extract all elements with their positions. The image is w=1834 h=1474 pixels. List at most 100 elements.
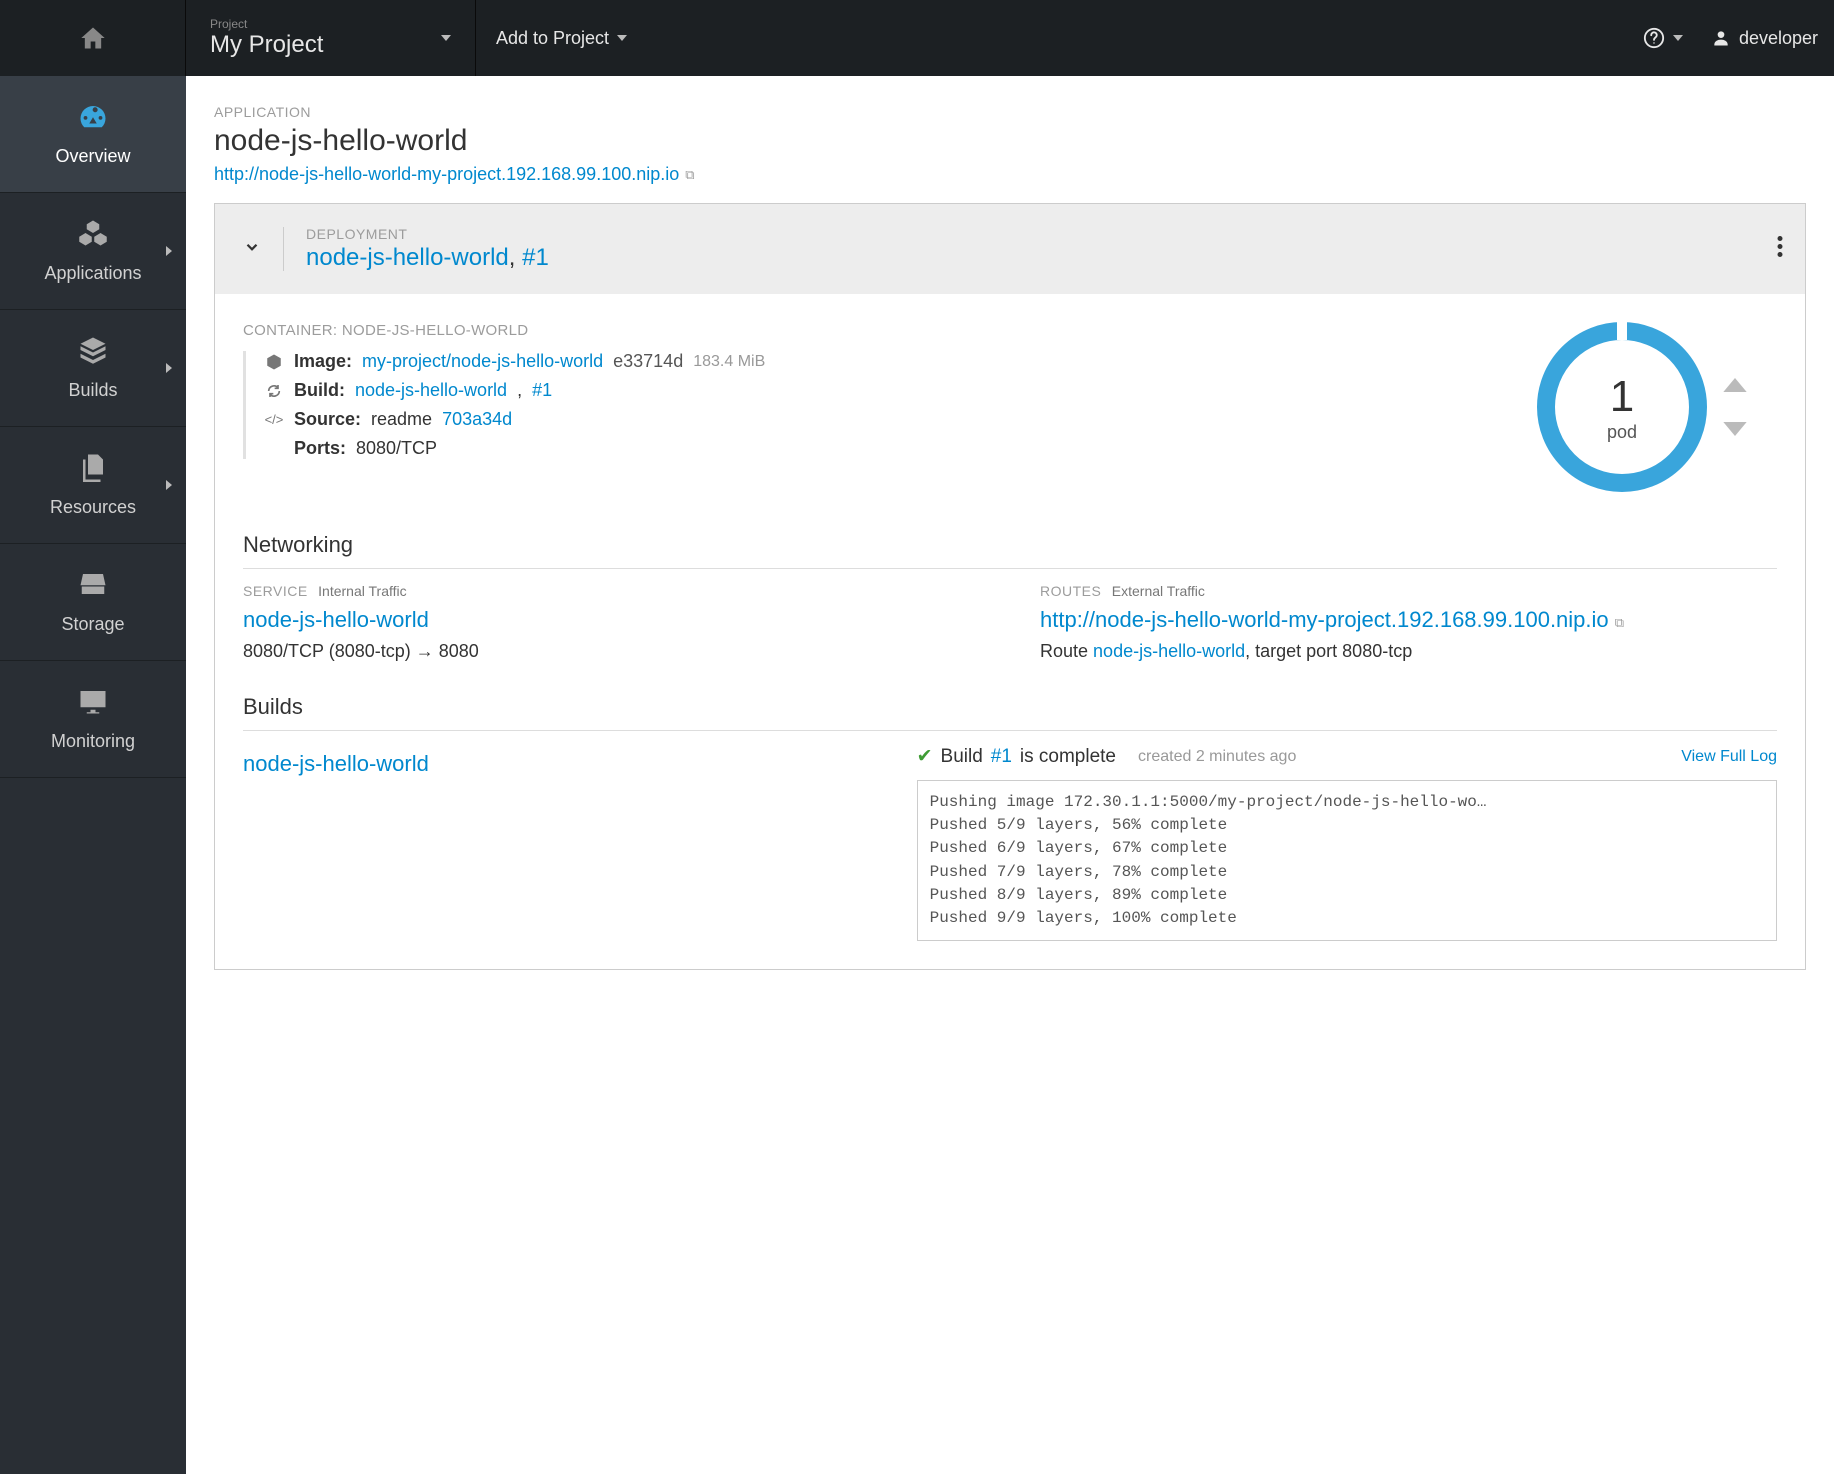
main-content: APPLICATION node-js-hello-world http://n… (186, 76, 1834, 1474)
add-to-project-label: Add to Project (496, 28, 609, 49)
scale-down-button[interactable] (1721, 419, 1749, 439)
route-url-text: http://node-js-hello-world-my-project.19… (1040, 607, 1609, 632)
deployment-body: CONTAINER: NODE-JS-HELLO-WORLD Image: my… (215, 294, 1805, 520)
source-text: readme (371, 409, 432, 430)
project-selector[interactable]: Project My Project (186, 0, 476, 76)
application-url-text: http://node-js-hello-world-my-project.19… (214, 164, 679, 185)
user-menu[interactable]: developer (1711, 28, 1818, 49)
application-label: APPLICATION (214, 104, 1806, 120)
nav-resources[interactable]: Resources (0, 427, 186, 544)
code-icon: </> (264, 412, 284, 427)
topbar-right: developer (1643, 0, 1834, 76)
image-link[interactable]: my-project/node-js-hello-world (362, 351, 603, 372)
deployment-number-link[interactable]: #1 (522, 244, 549, 271)
nav-label: Monitoring (51, 731, 135, 752)
deployment-card: DEPLOYMENT node-js-hello-world, #1 CONTA… (214, 203, 1806, 970)
build-status-prefix: Build (941, 746, 983, 768)
build-label: Build: (294, 380, 345, 401)
networking-title: Networking (243, 532, 1777, 558)
build-link[interactable]: node-js-hello-world (355, 380, 507, 401)
monitor-icon (78, 686, 108, 721)
nav-label: Storage (61, 614, 124, 635)
build-created: created 2 minutes ago (1138, 748, 1296, 766)
image-row: Image: my-project/node-js-hello-world e3… (264, 351, 1507, 372)
chevron-down-icon (441, 35, 451, 41)
build-row: Build: node-js-hello-world, #1 (264, 380, 1507, 401)
image-hash: e33714d (613, 351, 683, 372)
external-link-icon: ⧉ (1615, 615, 1624, 630)
service-heading: SERVICE (243, 583, 308, 599)
deployment-name: node-js-hello-world, #1 (306, 244, 549, 272)
nav-label: Applications (44, 263, 141, 284)
service-ports: 8080/TCP (8080-tcp) → 8080 (243, 641, 980, 662)
add-to-project-button[interactable]: Add to Project (476, 0, 647, 76)
route-name-link[interactable]: node-js-hello-world (1093, 641, 1245, 661)
ports-label: Ports: (294, 438, 346, 459)
chevron-down-icon (617, 35, 627, 41)
rule (243, 568, 1777, 569)
route-prefix: Route (1040, 641, 1093, 661)
spacer (647, 0, 1643, 76)
chevron-down-icon (243, 238, 261, 256)
builds-title: Builds (243, 694, 1777, 720)
files-icon (78, 452, 108, 487)
rule (243, 730, 1777, 731)
build-number-link[interactable]: #1 (532, 380, 552, 401)
source-hash-link[interactable]: 703a34d (442, 409, 512, 430)
nav-storage[interactable]: Storage (0, 544, 186, 661)
build-status-link[interactable]: #1 (991, 746, 1012, 768)
route-detail: Route node-js-hello-world, target port 8… (1040, 641, 1777, 662)
kebab-icon (1777, 236, 1783, 258)
cube-icon (264, 353, 284, 371)
username: developer (1739, 28, 1818, 49)
routes-heading: ROUTES (1040, 583, 1101, 599)
routes-column: ROUTES External Traffic http://node-js-h… (1040, 583, 1777, 662)
route-suffix: , target port 8080-tcp (1245, 641, 1412, 661)
nav-label: Resources (50, 497, 136, 518)
service-sub: Internal Traffic (318, 583, 406, 599)
help-icon (1643, 27, 1665, 49)
nav-builds[interactable]: Builds (0, 310, 186, 427)
help-button[interactable] (1643, 27, 1683, 49)
kebab-menu[interactable] (1777, 236, 1783, 263)
pod-donut: 1 pod (1537, 322, 1707, 492)
project-label: Project (210, 17, 323, 31)
topbar: Project My Project Add to Project develo… (0, 0, 1834, 76)
home-button[interactable] (0, 0, 186, 76)
view-full-log-link[interactable]: View Full Log (1681, 748, 1777, 766)
ports-value: 8080/TCP (356, 438, 437, 459)
build-status-row: ✔ Build #1 is complete created 2 minutes… (917, 745, 1777, 768)
service-link[interactable]: node-js-hello-world (243, 607, 429, 633)
image-size: 183.4 MiB (693, 353, 765, 371)
nav-label: Overview (55, 146, 130, 167)
route-url[interactable]: http://node-js-hello-world-my-project.19… (1040, 607, 1624, 633)
pod-section: 1 pod (1537, 322, 1777, 492)
chevron-right-icon (166, 246, 172, 256)
build-name-link[interactable]: node-js-hello-world (243, 751, 429, 777)
external-link-icon: ⧉ (685, 167, 694, 183)
deployment-label: DEPLOYMENT (306, 226, 549, 242)
container-label: CONTAINER: NODE-JS-HELLO-WORLD (243, 322, 1507, 339)
user-icon (1711, 28, 1731, 48)
application-url[interactable]: http://node-js-hello-world-my-project.19… (214, 164, 695, 185)
routes-sub: External Traffic (1112, 583, 1205, 599)
service-column: SERVICE Internal Traffic node-js-hello-w… (243, 583, 980, 662)
divider (283, 227, 284, 271)
source-row: </> Source: readme 703a34d (264, 409, 1507, 430)
dashboard-icon (78, 101, 108, 136)
nav-monitoring[interactable]: Monitoring (0, 661, 186, 778)
pod-label: pod (1607, 422, 1637, 443)
chevron-down-icon (1673, 35, 1683, 41)
deployment-name-link[interactable]: node-js-hello-world (306, 244, 509, 271)
layers-icon (78, 335, 108, 370)
chevron-right-icon (166, 480, 172, 490)
collapse-button[interactable] (243, 238, 261, 261)
scale-up-button[interactable] (1721, 375, 1749, 395)
nav-applications[interactable]: Applications (0, 193, 186, 310)
nav-overview[interactable]: Overview (0, 76, 186, 193)
hdd-icon (78, 569, 108, 604)
build-status-suffix: is complete (1020, 746, 1116, 768)
build-log: Pushing image 172.30.1.1:5000/my-project… (917, 780, 1777, 941)
home-icon (79, 24, 107, 52)
ports-row: Ports: 8080/TCP (264, 438, 1507, 459)
